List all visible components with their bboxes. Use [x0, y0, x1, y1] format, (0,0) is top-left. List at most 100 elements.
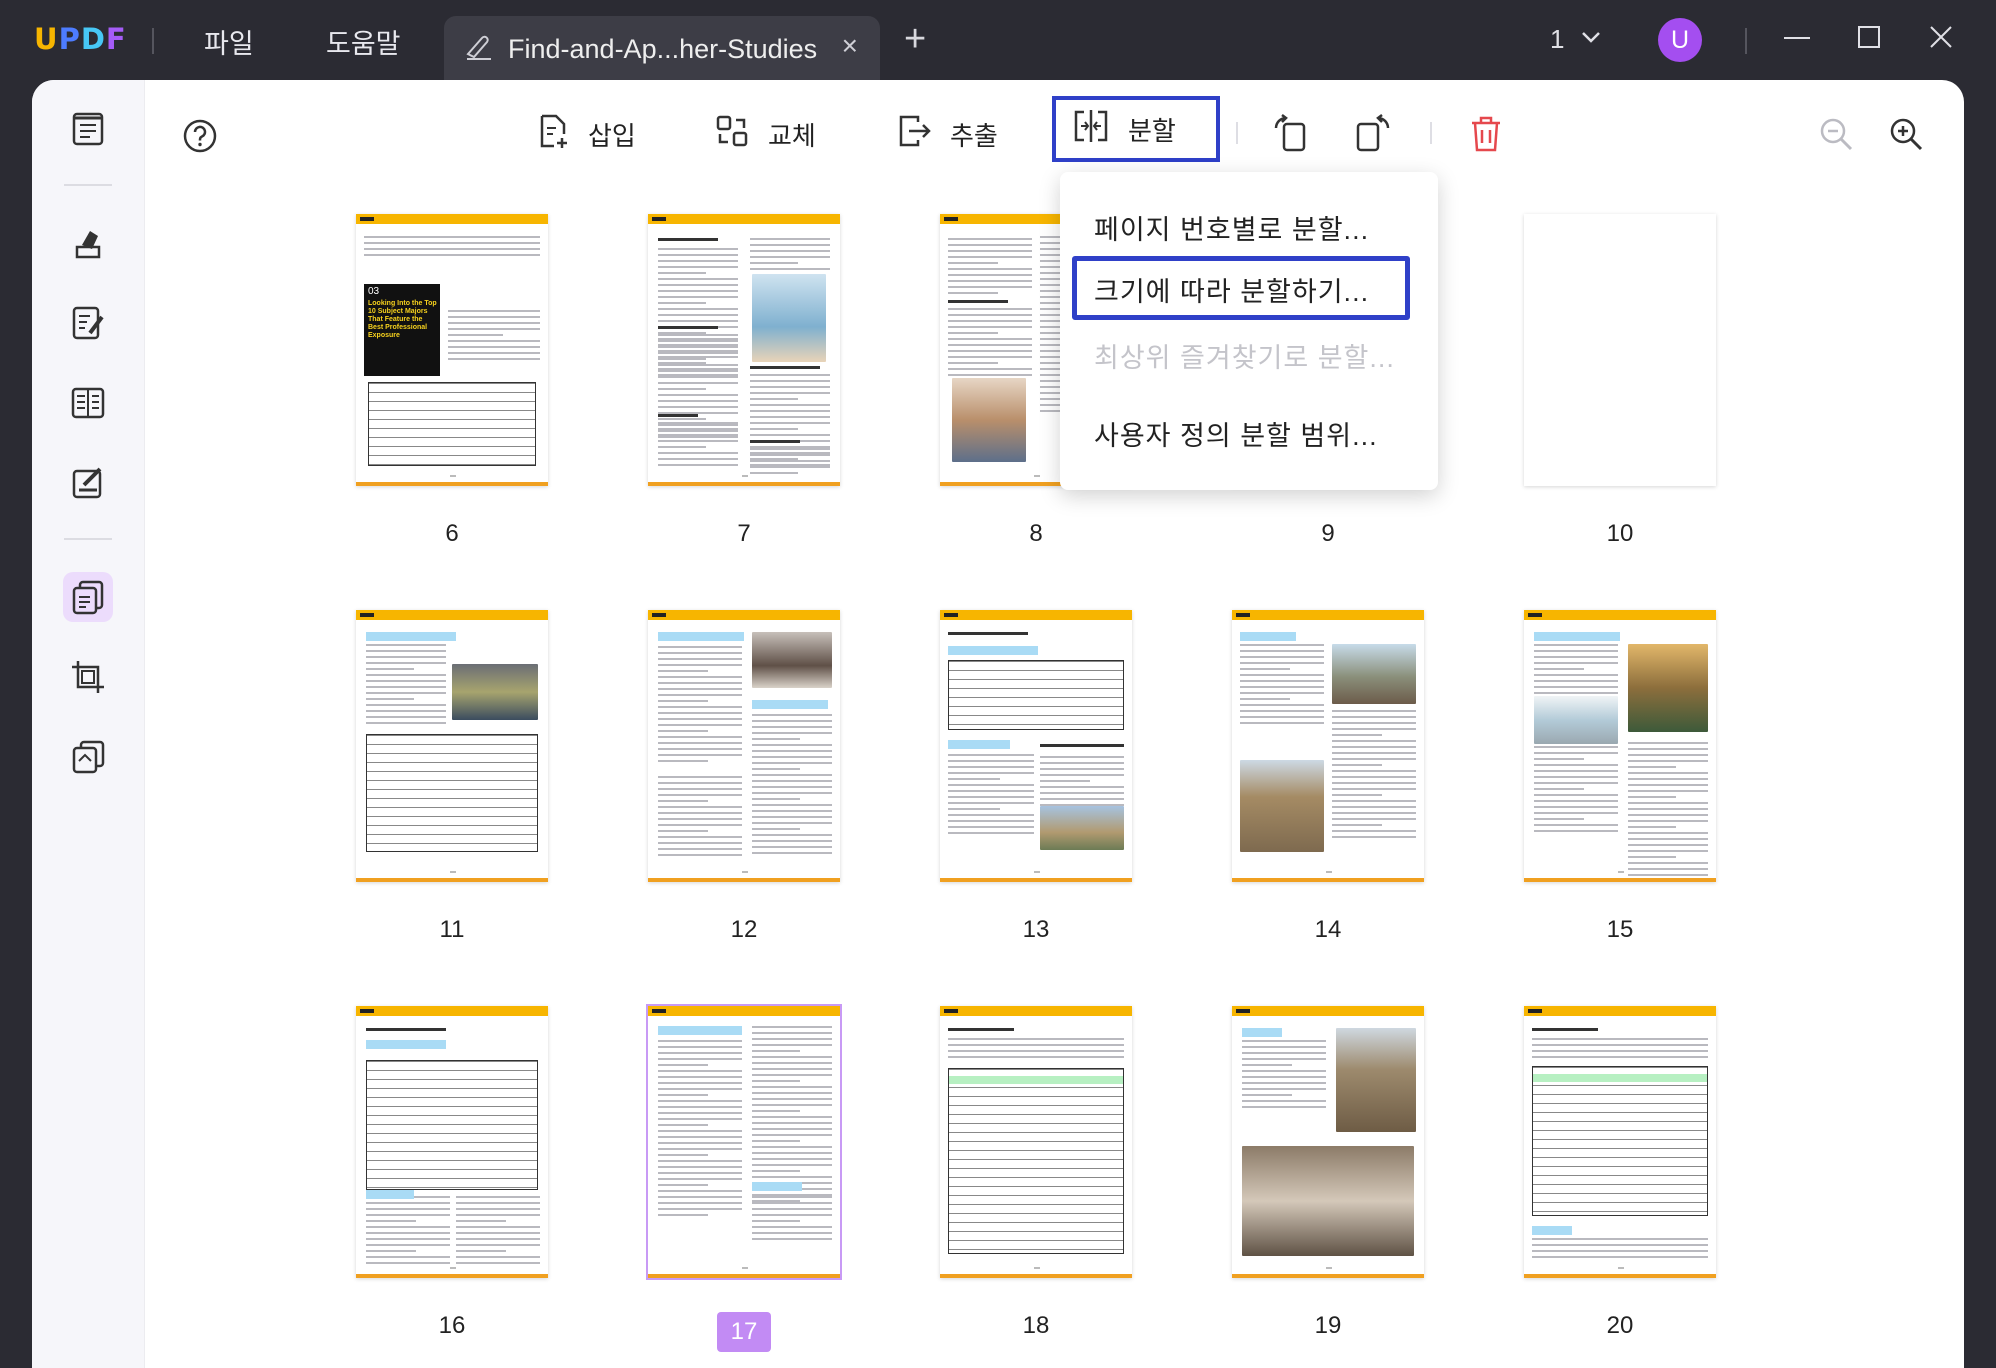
page-number-label[interactable]: 8	[940, 520, 1132, 548]
page-number-label[interactable]: 15	[1524, 916, 1716, 944]
page-logo	[944, 217, 958, 221]
page-number-label[interactable]: 20	[1524, 1312, 1716, 1340]
maximize-icon[interactable]	[1854, 22, 1884, 57]
text-line	[752, 1152, 832, 1154]
page-number-label[interactable]: 17	[648, 1312, 840, 1352]
text-line	[366, 674, 446, 676]
page-thumbnail[interactable]: 03 Looking Into the Top 10 Subject Majors…	[356, 214, 548, 486]
help-icon[interactable]	[182, 118, 218, 159]
text-line	[948, 1044, 1124, 1046]
page-thumbnail[interactable]	[1524, 214, 1716, 486]
extract-button[interactable]: 추출	[896, 112, 998, 156]
page-thumbnail[interactable]	[648, 610, 840, 882]
page-thumbnail[interactable]	[1524, 1006, 1716, 1278]
text-line	[658, 1046, 742, 1048]
heading-line	[750, 366, 820, 369]
text-line	[948, 368, 1032, 370]
page-number-label[interactable]: 9	[1232, 520, 1424, 548]
close-window-icon[interactable]	[1926, 22, 1956, 57]
text-line	[752, 1164, 832, 1166]
batch-pages-icon[interactable]	[63, 732, 113, 782]
text-line	[1242, 1088, 1326, 1090]
text-line	[658, 1112, 742, 1114]
split-button[interactable]: 분할	[1052, 96, 1220, 162]
page-number-label[interactable]: 7	[648, 520, 840, 548]
form-edit-icon[interactable]	[63, 458, 113, 508]
text-line	[1040, 768, 1124, 770]
text-line	[1628, 874, 1708, 876]
highlighter-icon[interactable]	[63, 218, 113, 268]
text-line	[658, 736, 742, 738]
menu-help[interactable]: 도움말	[326, 22, 401, 61]
page-footer-band	[648, 878, 840, 882]
page-number-label[interactable]: 6	[356, 520, 548, 548]
document-edit-icon	[464, 32, 494, 67]
heading-line	[948, 300, 1008, 303]
split-by-size[interactable]: 크기에 따라 분할하기...	[1094, 270, 1369, 309]
text-line	[752, 1050, 800, 1052]
edit-pdf-icon[interactable]	[63, 298, 113, 348]
page-number-label[interactable]: 12	[648, 916, 840, 944]
text-line	[1532, 1250, 1708, 1252]
document-tab[interactable]: Find-and-Ap...her-Studies ×	[444, 16, 880, 80]
rotate-right-icon[interactable]	[1352, 114, 1392, 159]
minimize-icon[interactable]	[1782, 22, 1812, 57]
page-thumbnail[interactable]	[1232, 1006, 1424, 1278]
text-line	[456, 1244, 540, 1246]
user-avatar[interactable]: U	[1658, 18, 1702, 62]
photo	[1240, 760, 1324, 852]
page-footer-number	[1618, 871, 1624, 873]
text-line	[456, 1232, 540, 1234]
window-count[interactable]: 1	[1550, 24, 1564, 55]
page-number-label[interactable]: 10	[1524, 520, 1716, 548]
replace-button[interactable]: 교체	[714, 112, 816, 156]
text-line	[1534, 770, 1618, 772]
zoom-out-icon[interactable]	[1818, 116, 1854, 157]
insert-button[interactable]: 삽입	[536, 112, 636, 156]
page-number-label[interactable]: 16	[356, 1312, 548, 1340]
text-line	[658, 1070, 742, 1072]
text-line	[1534, 746, 1618, 748]
page-number-text: 13	[1022, 916, 1050, 943]
page-thumbnail[interactable]	[940, 610, 1132, 882]
text-line	[1242, 1052, 1326, 1054]
organize-pages-icon[interactable]	[63, 572, 113, 622]
text-line	[1242, 1046, 1326, 1048]
page-number-label[interactable]: 14	[1232, 916, 1424, 944]
text-line	[658, 272, 706, 274]
new-tab-icon[interactable]: +	[904, 20, 926, 58]
text-line	[658, 1118, 742, 1120]
text-line	[1040, 756, 1124, 758]
page-number-label[interactable]: 11	[356, 916, 548, 944]
page-header-band	[648, 610, 840, 620]
page-thumbnail[interactable]	[1232, 610, 1424, 882]
reader-mode-icon[interactable]	[63, 104, 113, 154]
zoom-in-icon[interactable]	[1888, 116, 1924, 157]
split-by-page-number[interactable]: 페이지 번호별로 분할...	[1094, 208, 1369, 247]
menu-file[interactable]: 파일	[204, 22, 254, 61]
text-line	[366, 710, 446, 712]
custom-split-range[interactable]: 사용자 정의 분할 범위...	[1094, 414, 1378, 453]
page-number-label[interactable]: 13	[940, 916, 1132, 944]
crop-icon[interactable]	[63, 652, 113, 702]
page-number-label[interactable]: 18	[940, 1312, 1132, 1340]
chevron-down-icon[interactable]	[1580, 26, 1602, 53]
page-thumbnail[interactable]	[356, 610, 548, 882]
trash-icon[interactable]	[1468, 114, 1504, 159]
page-layout-icon[interactable]	[63, 378, 113, 428]
page-number-label[interactable]: 19	[1232, 1312, 1424, 1340]
text-line	[1534, 776, 1618, 778]
close-tab-icon[interactable]: ×	[842, 30, 858, 62]
page-thumbnail[interactable]	[648, 1006, 840, 1278]
rotate-left-icon[interactable]	[1272, 114, 1312, 159]
page-thumbnail[interactable]	[940, 1006, 1132, 1278]
page-thumbnail[interactable]	[356, 1006, 548, 1278]
page-thumbnail[interactable]	[648, 214, 840, 486]
text-line	[658, 436, 738, 438]
text-line	[366, 1214, 450, 1216]
sidebar-divider	[64, 184, 112, 186]
page-thumbnail[interactable]	[1524, 610, 1716, 882]
text-line	[1332, 728, 1416, 730]
photo	[1336, 1028, 1416, 1132]
text-line	[658, 836, 742, 838]
